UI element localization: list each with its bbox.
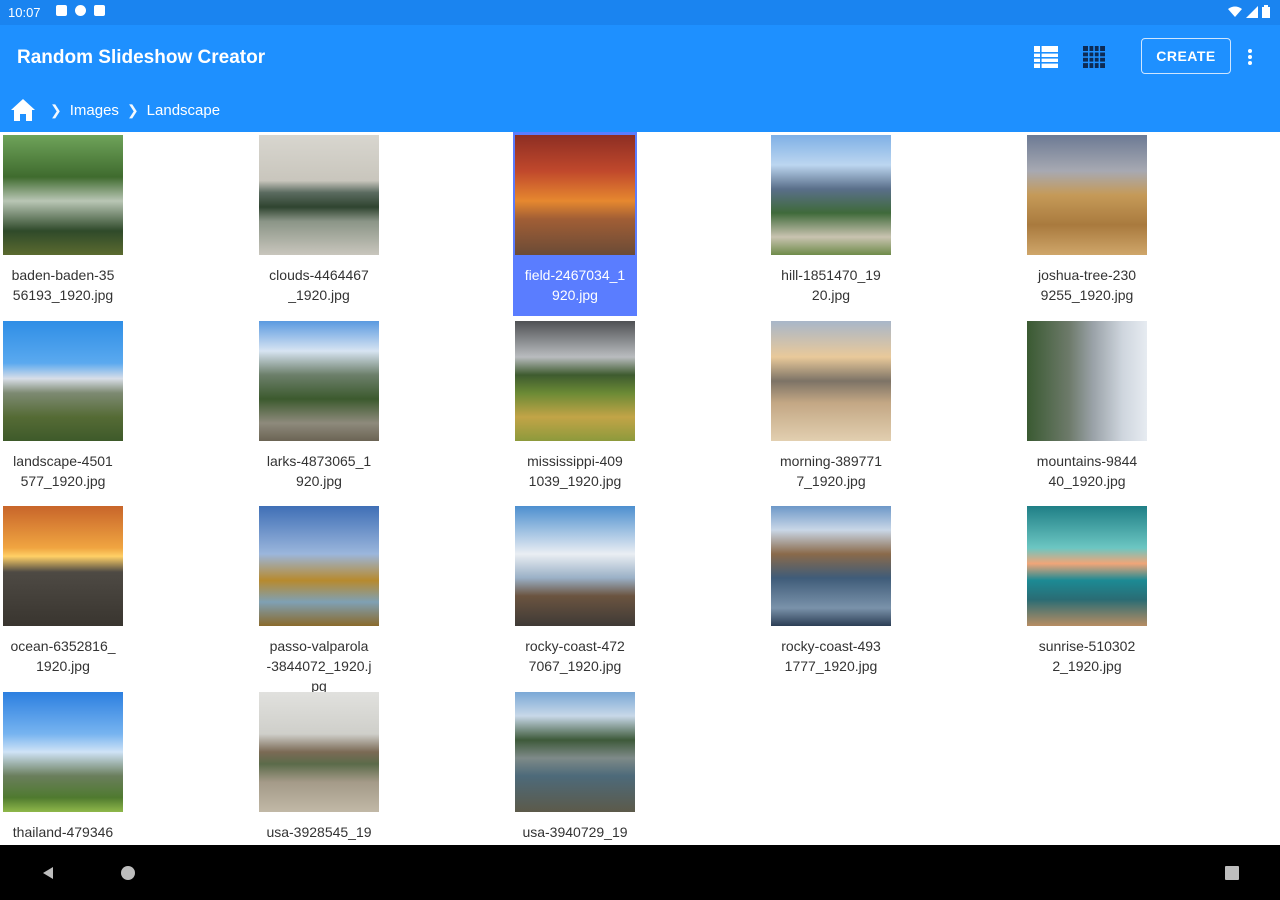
status-bar: 10:07 [0,0,1280,25]
image-tile[interactable]: clouds-4464467 _1920.jpg [257,132,381,319]
back-button[interactable] [36,845,60,900]
image-tile[interactable]: thailand-479346 [1,689,125,845]
system-icons [1228,5,1270,18]
thumbnail [771,321,891,441]
image-tile[interactable]: morning-389771 7_1920.jpg [769,318,893,505]
thumbnail [3,692,123,812]
recents-button[interactable] [1220,845,1244,900]
image-tile[interactable]: sunrise-510302 2_1920.jpg [1025,503,1149,690]
navigation-bar [0,845,1280,900]
app-title: Random Slideshow Creator [17,47,266,68]
battery-icon [1262,5,1270,18]
home-icon [11,99,35,121]
notification-icon [75,5,86,16]
image-tile[interactable]: rocky-coast-472 7067_1920.jpg [513,503,637,690]
thumbnail [259,506,379,626]
more-vert-icon [1248,49,1252,65]
thumbnail [515,692,635,812]
image-tile[interactable]: mississippi-409 1039_1920.jpg [513,318,637,505]
file-name: usa-3940729_19 [522,824,628,840]
image-tile[interactable]: passo-valparola -3844072_1920.j pg [257,503,381,710]
thumbnail [3,506,123,626]
image-tile[interactable]: baden-baden-35 56193_1920.jpg [1,132,125,319]
file-name: clouds-4464467 _1920.jpg [269,267,369,303]
file-name: rocky-coast-493 1777_1920.jpg [781,638,881,674]
image-tile[interactable]: rocky-coast-493 1777_1920.jpg [769,503,893,690]
recents-square-icon [1225,865,1239,880]
file-name: rocky-coast-472 7067_1920.jpg [525,638,625,674]
image-tile[interactable]: mountains-9844 40_1920.jpg [1025,318,1149,505]
thumbnail [515,506,635,626]
breadcrumb-item-landscape[interactable]: Landscape [147,102,220,119]
image-grid: baden-baden-35 56193_1920.jpg clouds-4464… [0,132,1280,845]
file-name: baden-baden-35 56193_1920.jpg [11,267,115,303]
wifi-icon [1228,6,1242,17]
image-tile[interactable]: larks-4873065_1 920.jpg [257,318,381,505]
back-triangle-icon [43,866,53,879]
image-tile[interactable]: landscape-4501 577_1920.jpg [1,318,125,505]
thumbnail [515,321,635,441]
file-name: mountains-9844 40_1920.jpg [1036,453,1138,489]
more-options-button[interactable] [1240,43,1260,71]
thumbnail [259,692,379,812]
status-time: 10:07 [8,5,41,20]
file-name: hill-1851470_19 20.jpg [781,267,881,303]
thumbnail [3,321,123,441]
file-name: passo-valparola -3844072_1920.j pg [266,638,372,694]
thumbnail [771,506,891,626]
list-view-icon [1034,46,1058,68]
breadcrumb: ❯ Images ❯ Landscape [10,97,220,123]
file-name: mississippi-409 1039_1920.jpg [527,453,623,489]
grid-view-button[interactable] [1080,43,1108,71]
thumbnail [259,321,379,441]
image-tile[interactable]: ocean-6352816_ 1920.jpg [1,503,125,690]
thumbnail [1027,321,1147,441]
image-tile[interactable]: usa-3940729_19 [513,689,637,845]
thumbnail [3,135,123,255]
file-name: field-2467034_1 920.jpg [524,267,626,303]
app-bar: Random Slideshow Creator CREATE ❯ Images… [0,25,1280,132]
file-name: sunrise-510302 2_1920.jpg [1038,638,1136,674]
chevron-right-icon: ❯ [126,101,139,118]
file-name: morning-389771 7_1920.jpg [780,453,882,489]
image-tile[interactable]: joshua-tree-230 9255_1920.jpg [1025,132,1149,319]
notification-icons [56,5,105,16]
image-tile[interactable]: hill-1851470_19 20.jpg [769,132,893,319]
file-name: larks-4873065_1 920.jpg [266,453,372,489]
thumbnail [1027,506,1147,626]
file-name: landscape-4501 577_1920.jpg [13,453,113,489]
image-tile[interactable]: field-2467034_1 920.jpg [513,132,637,316]
image-tile[interactable]: usa-3928545_19 [257,689,381,845]
signal-icon [1246,5,1258,18]
list-view-button[interactable] [1032,43,1060,71]
grid-view-icon [1083,46,1105,68]
chevron-right-icon: ❯ [50,101,62,118]
breadcrumb-item-images[interactable]: Images [70,102,119,119]
home-button[interactable] [10,98,36,122]
sd-card-icon [94,5,105,16]
file-name: ocean-6352816_ 1920.jpg [10,638,116,674]
thumbnail [515,135,635,255]
file-name: usa-3928545_19 [266,824,372,840]
notification-icon [56,5,67,16]
file-name: joshua-tree-230 9255_1920.jpg [1037,267,1137,303]
thumbnail [771,135,891,255]
home-circle-icon [121,865,135,880]
thumbnail [1027,135,1147,255]
create-button[interactable]: CREATE [1141,38,1231,74]
file-name: thailand-479346 [12,824,114,840]
home-nav-button[interactable] [116,845,140,900]
thumbnail [259,135,379,255]
